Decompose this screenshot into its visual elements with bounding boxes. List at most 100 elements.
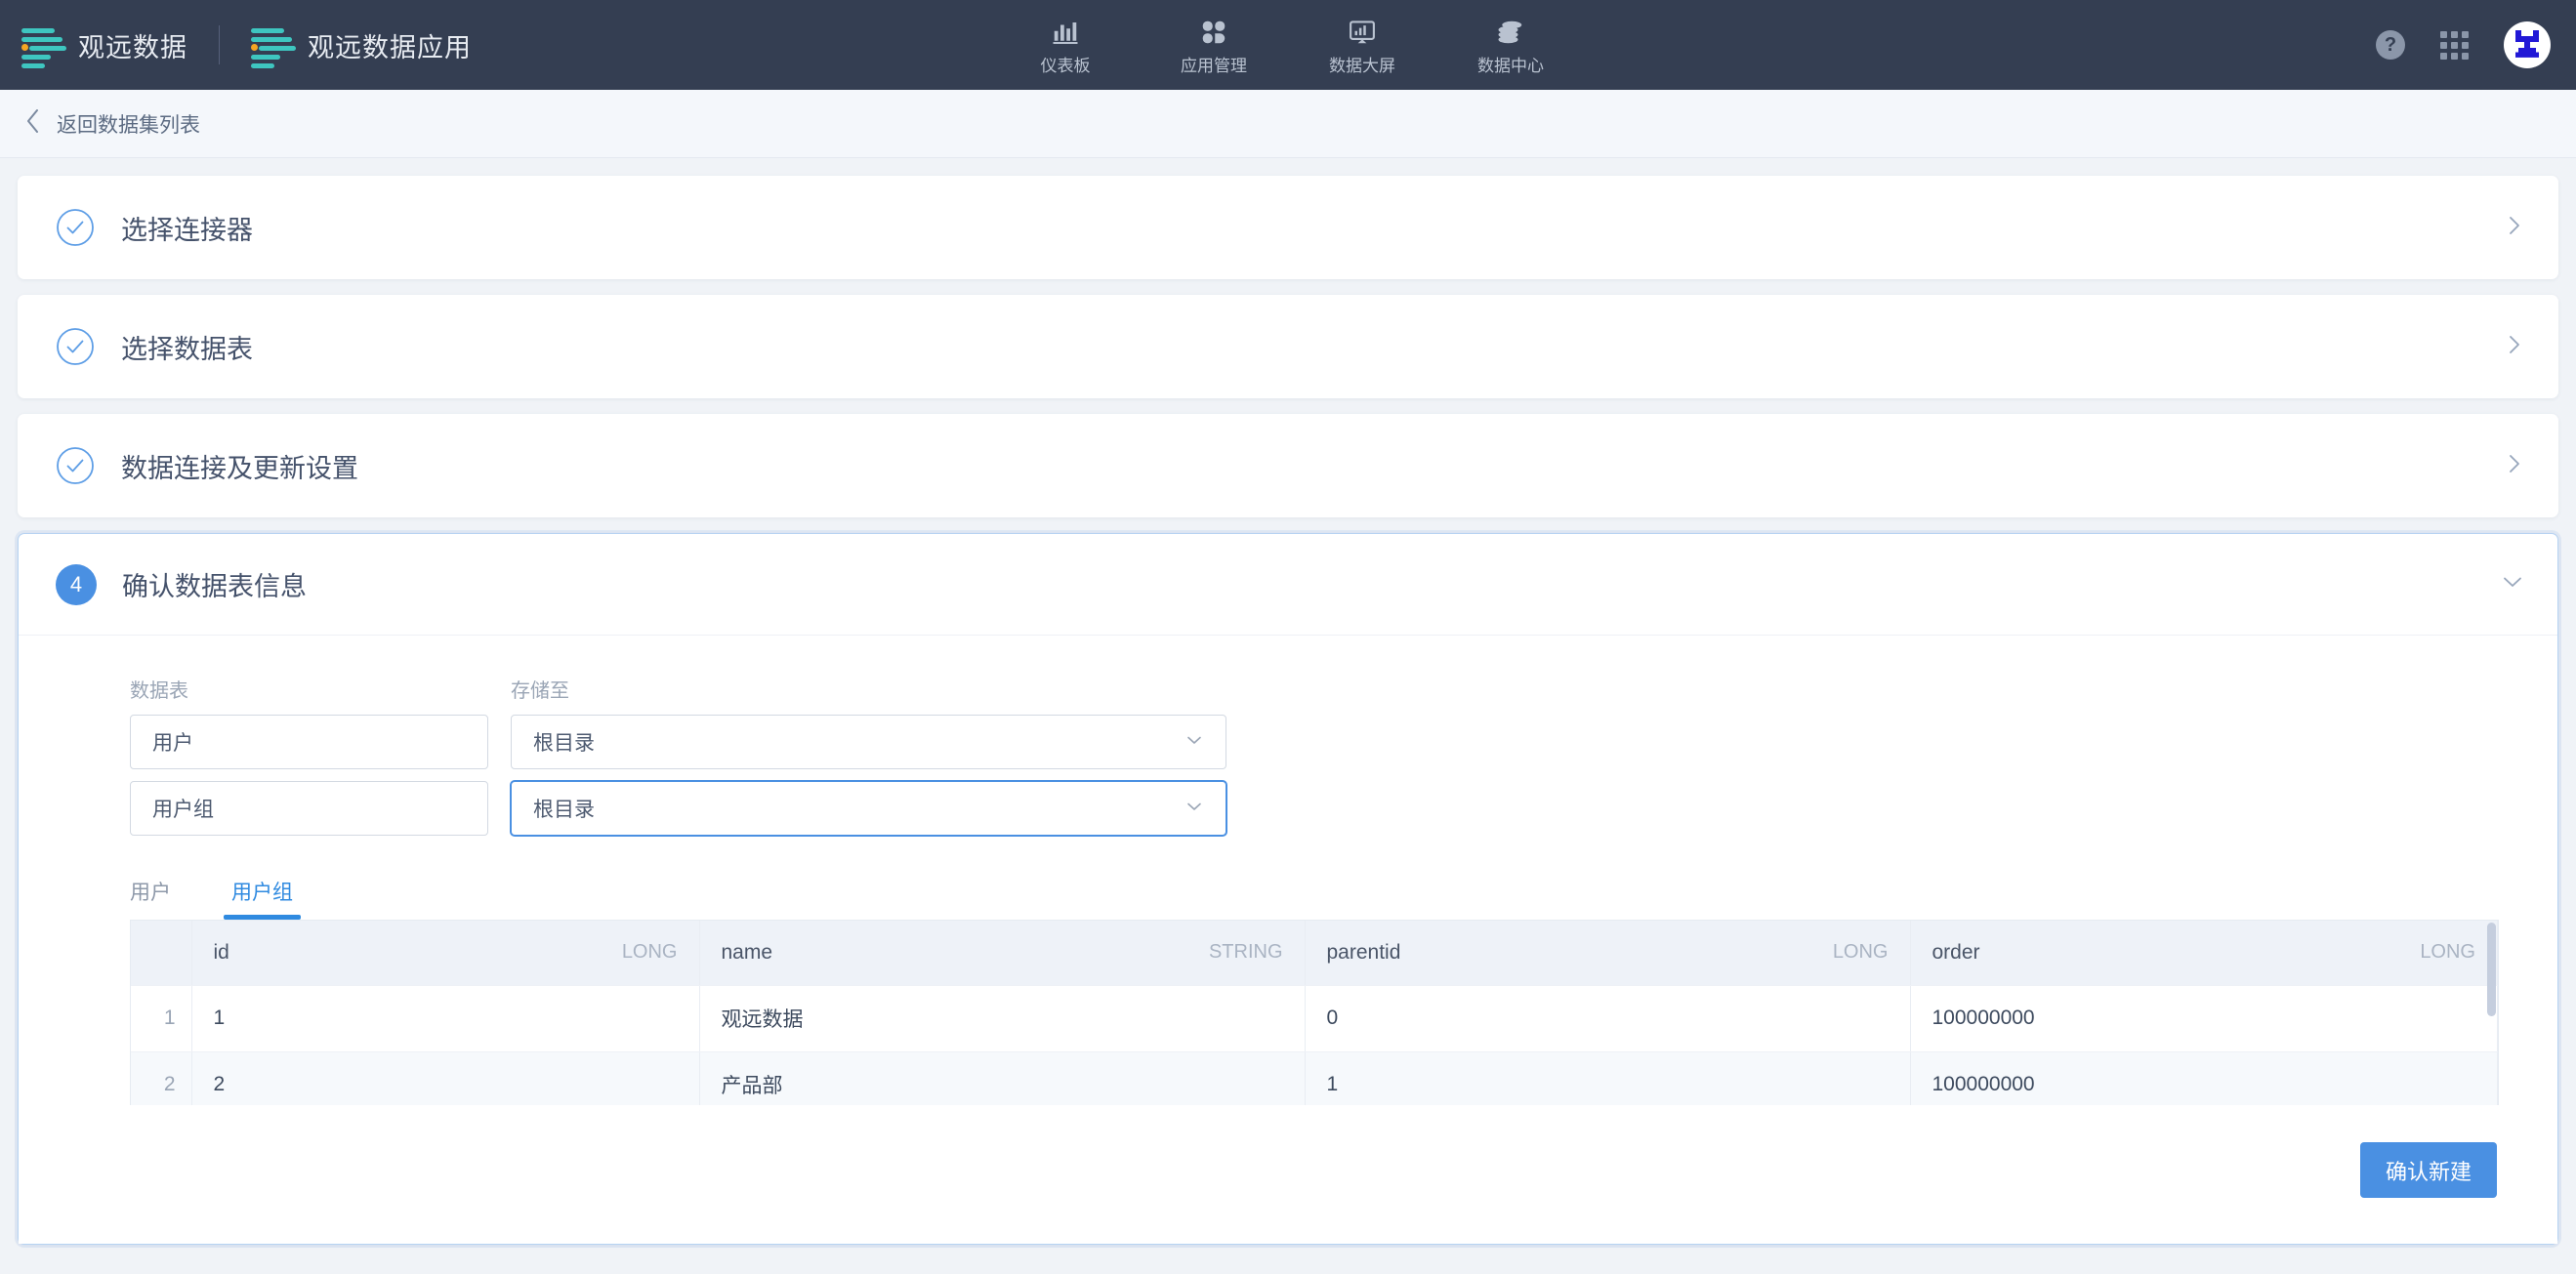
screen-monitor-icon bbox=[1348, 14, 1377, 47]
nav-label-data-screen: 数据大屏 bbox=[1329, 57, 1395, 75]
cell-id: 2 bbox=[191, 1051, 700, 1105]
back-to-dataset-list-button[interactable]: 返回数据集列表 bbox=[25, 108, 200, 140]
preview-table-container: id LONG name STRING parentid LONG order … bbox=[130, 920, 2499, 1105]
nav-item-data-screen[interactable]: 数据大屏 bbox=[1288, 0, 1436, 90]
table-row: 2 2 产品部 1 100000000 bbox=[131, 1051, 2498, 1105]
tab-usergroup[interactable]: 用户组 bbox=[224, 877, 301, 920]
chevron-left-icon bbox=[25, 108, 41, 140]
row-index: 2 bbox=[131, 1051, 192, 1105]
column-name-order: order bbox=[1932, 940, 1980, 964]
column-type-id: LONG bbox=[621, 941, 678, 964]
column-name-parentid: parentid bbox=[1326, 940, 1401, 964]
preview-table: id LONG name STRING parentid LONG order … bbox=[131, 921, 2498, 1105]
storage-select-value-1: 根目录 bbox=[533, 732, 595, 755]
row-index-header bbox=[131, 921, 192, 986]
column-header-name[interactable]: name STRING bbox=[699, 921, 1306, 986]
chevron-right-icon[interactable] bbox=[2504, 215, 2525, 241]
step-body-4: 数据表 存储至 根目录 bbox=[19, 636, 2557, 1244]
cell-parentid: 0 bbox=[1305, 985, 1911, 1052]
product-name: 观远数据应用 bbox=[308, 32, 472, 62]
chevron-down-icon[interactable] bbox=[2501, 570, 2524, 598]
panel-footer: 确认新建 bbox=[19, 1105, 2557, 1244]
column-name-name: name bbox=[721, 940, 773, 964]
nav-label-dashboard: 仪表板 bbox=[1040, 57, 1091, 75]
form-row-user: 根目录 bbox=[130, 715, 2557, 769]
row-index: 1 bbox=[131, 985, 192, 1052]
form-row-usergroup: 根目录 bbox=[130, 781, 2557, 836]
form-field-labels: 数据表 存储至 bbox=[19, 675, 2557, 703]
apps-grid-icon[interactable] bbox=[2440, 30, 2469, 60]
step-header-1[interactable]: 选择连接器 bbox=[18, 176, 2558, 279]
nav-item-dashboard[interactable]: 仪表板 bbox=[991, 0, 1140, 90]
help-glyph: ? bbox=[2376, 30, 2405, 60]
cell-order: 100000000 bbox=[1910, 985, 2498, 1052]
avatar[interactable] bbox=[2504, 21, 2551, 68]
step-header-2[interactable]: 选择数据表 bbox=[18, 295, 2558, 398]
label-storage: 存储至 bbox=[511, 680, 569, 702]
storage-select-2[interactable]: 根目录 bbox=[511, 781, 1226, 836]
column-type-parentid: LONG bbox=[1832, 941, 1889, 964]
brand-divider bbox=[219, 25, 220, 64]
table-name-input-2[interactable] bbox=[130, 781, 488, 836]
step-title-4: 确认数据表信息 bbox=[122, 572, 307, 601]
nav-label-app-management: 应用管理 bbox=[1181, 57, 1247, 75]
column-header-id[interactable]: id LONG bbox=[191, 921, 700, 986]
bar-chart-icon bbox=[1051, 14, 1080, 47]
storage-select-1[interactable]: 根目录 bbox=[511, 715, 1226, 769]
preview-tabs: 用户 用户组 bbox=[19, 877, 2557, 920]
chevron-down-icon bbox=[1184, 730, 1204, 755]
step-title-1: 选择连接器 bbox=[121, 215, 253, 245]
column-name-id: id bbox=[213, 940, 229, 964]
table-header-row: id LONG name STRING parentid LONG order … bbox=[131, 921, 2498, 986]
chevron-right-icon[interactable] bbox=[2504, 453, 2525, 479]
tab-user[interactable]: 用户 bbox=[130, 877, 171, 920]
column-type-order: LONG bbox=[2420, 941, 2475, 964]
step-header-3[interactable]: 数据连接及更新设置 bbox=[18, 414, 2558, 517]
cell-name: 产品部 bbox=[699, 1051, 1306, 1105]
apps-grid-dots bbox=[2440, 30, 2469, 60]
table-name-input-1[interactable] bbox=[130, 715, 488, 769]
chevron-down-icon bbox=[1184, 797, 1204, 821]
step-title-2: 选择数据表 bbox=[121, 334, 253, 364]
nav-item-data-center[interactable]: 数据中心 bbox=[1436, 0, 1585, 90]
brand-company[interactable]: 观远数据 bbox=[0, 24, 187, 68]
brand-name: 观远数据 bbox=[78, 32, 187, 62]
label-table: 数据表 bbox=[130, 680, 188, 702]
step-card-connection-settings: 数据连接及更新设置 bbox=[18, 414, 2558, 517]
step-card-select-connector: 选择连接器 bbox=[18, 176, 2558, 279]
vertical-scrollbar[interactable] bbox=[2487, 923, 2496, 1104]
step-number-badge: 4 bbox=[56, 563, 97, 605]
back-label: 返回数据集列表 bbox=[57, 113, 200, 137]
step-title-3: 数据连接及更新设置 bbox=[121, 453, 358, 483]
guandata-bars-logo-icon-product bbox=[251, 24, 296, 68]
confirm-create-button[interactable]: 确认新建 bbox=[2359, 1142, 2497, 1198]
guandata-bars-logo-icon bbox=[21, 24, 66, 68]
column-header-order[interactable]: order LONG bbox=[1910, 921, 2498, 986]
breadcrumb: 返回数据集列表 bbox=[0, 90, 2576, 158]
brand-product[interactable]: 观远数据应用 bbox=[251, 24, 472, 68]
database-stack-icon bbox=[1496, 14, 1525, 47]
form-rows: 根目录 根目录 bbox=[19, 715, 2557, 836]
column-type-name: STRING bbox=[1208, 941, 1283, 964]
step-card-select-table: 选择数据表 bbox=[18, 295, 2558, 398]
check-circle-icon bbox=[55, 326, 96, 367]
table-row: 1 1 观远数据 0 100000000 bbox=[131, 985, 2498, 1052]
main-nav-items: 仪表板 应用管理 数据大屏 数据中心 bbox=[991, 0, 1585, 90]
cell-parentid: 1 bbox=[1305, 1051, 1911, 1105]
nav-right-actions: ? bbox=[2376, 0, 2551, 90]
nav-label-data-center: 数据中心 bbox=[1477, 57, 1544, 75]
cell-name: 观远数据 bbox=[699, 985, 1306, 1052]
check-circle-icon bbox=[55, 207, 96, 248]
bottom-spacer bbox=[18, 1245, 2558, 1266]
check-circle-icon bbox=[55, 445, 96, 486]
help-question-icon[interactable]: ? bbox=[2376, 30, 2405, 60]
step-header-4[interactable]: 4 确认数据表信息 bbox=[19, 534, 2557, 636]
nav-item-app-management[interactable]: 应用管理 bbox=[1140, 0, 1288, 90]
clover-apps-icon bbox=[1199, 14, 1228, 47]
step-card-confirm-table-info: 4 确认数据表信息 数据表 存储至 根目录 bbox=[18, 533, 2558, 1245]
column-header-parentid[interactable]: parentid LONG bbox=[1305, 921, 1911, 986]
user-avatar-image bbox=[2504, 21, 2551, 68]
chevron-right-icon[interactable] bbox=[2504, 334, 2525, 360]
top-navigation-bar: 观远数据 观远数据应用 仪表板 应用管理 数据大屏 数据中心 ? bbox=[0, 0, 2576, 90]
scrollbar-thumb[interactable] bbox=[2487, 923, 2496, 1016]
